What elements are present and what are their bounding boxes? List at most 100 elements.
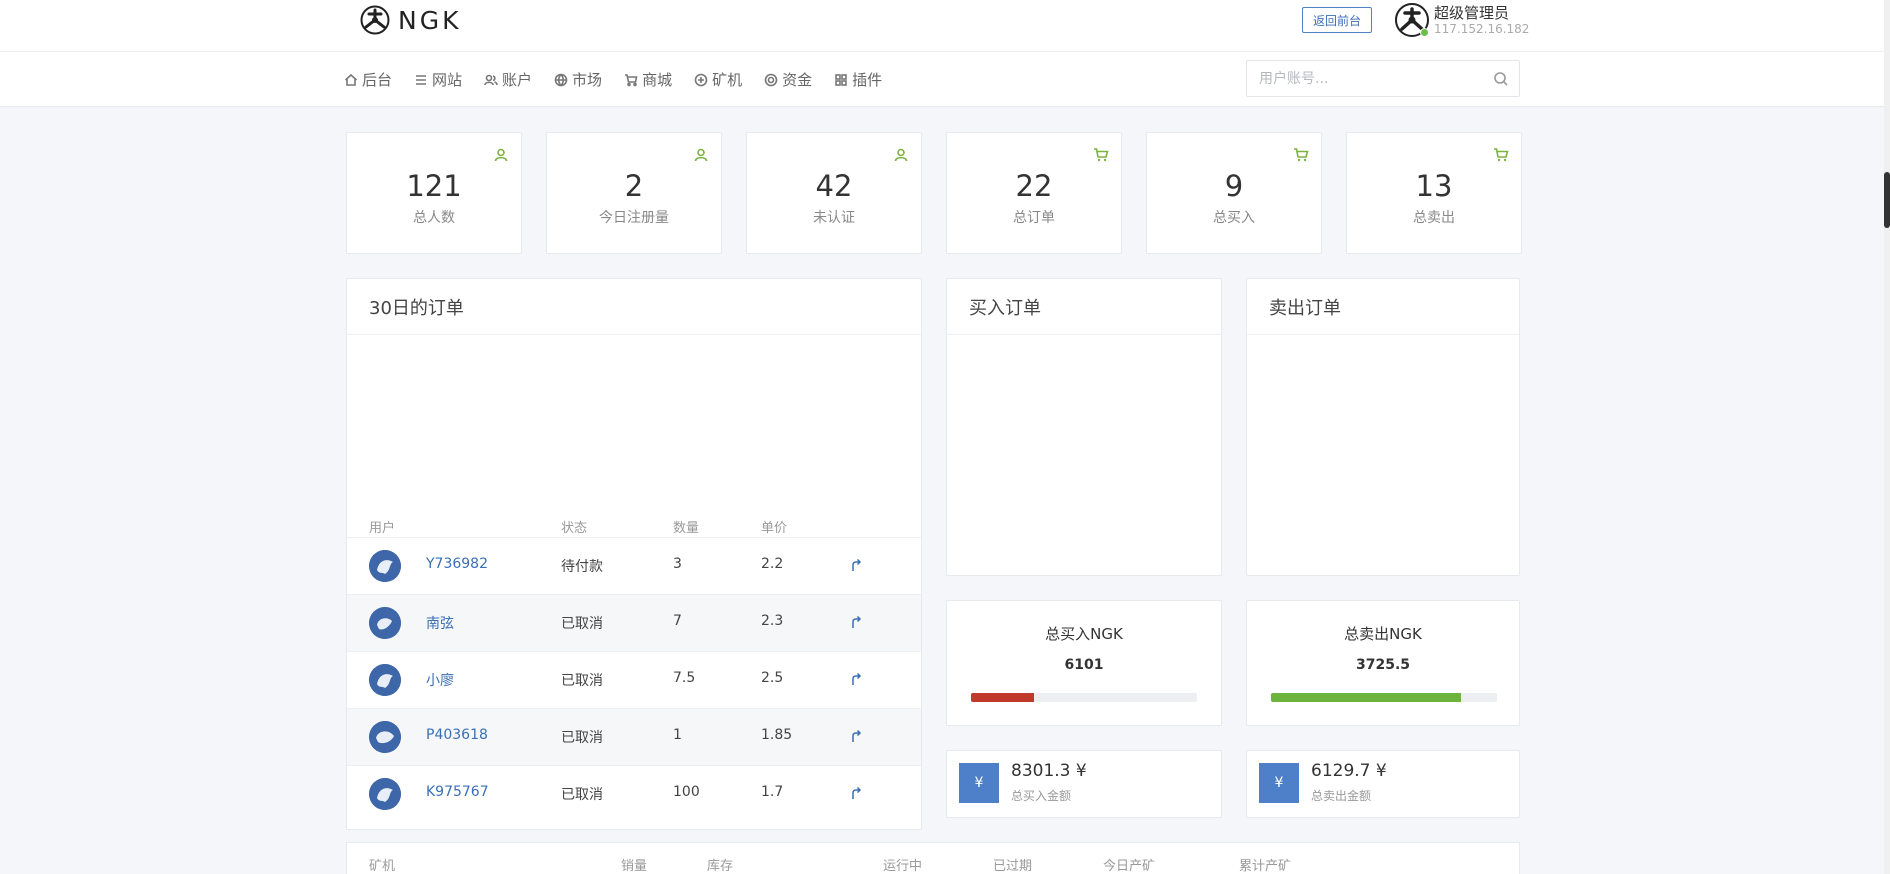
nav-item-mall[interactable]: 商城 — [624, 69, 672, 90]
top-bar: NGK 返回前台 超级管理员 117.152.16.182 — [0, 0, 1890, 52]
list-icon — [416, 74, 427, 85]
online-status-dot — [1420, 28, 1429, 37]
avatar[interactable] — [369, 778, 401, 810]
column-header-running: 运行中 — [883, 859, 923, 874]
total-title: 总卖出NGK — [1344, 625, 1422, 643]
stat-value: 13 — [1415, 169, 1453, 203]
column-header-user: 用户 — [369, 521, 396, 536]
logo[interactable]: NGK — [360, 2, 461, 38]
order-user-link[interactable]: P403618 — [426, 727, 488, 743]
avatar[interactable] — [369, 664, 401, 696]
total-title: 总买入NGK — [1045, 625, 1123, 643]
return-front-button[interactable]: 返回前台 — [1302, 7, 1372, 33]
order-qty: 100 — [673, 784, 700, 800]
fund-icon — [764, 73, 778, 86]
total-sell-progress — [1271, 693, 1497, 702]
order-status: 已取消 — [561, 673, 603, 689]
share-arrow-icon[interactable] — [849, 786, 863, 800]
money-label: 总卖出金额 — [1311, 789, 1372, 803]
nav-item-website[interactable]: 网站 — [414, 69, 462, 90]
ngk-logo-icon — [360, 5, 390, 35]
nav-item-market[interactable]: 市场 — [554, 69, 602, 90]
total-buy-ngk-card: 总买入NGK 6101 — [946, 600, 1222, 726]
total-value: 6101 — [1064, 657, 1104, 673]
order-user-link[interactable]: 南弦 — [426, 613, 454, 633]
miner-table-panel: 矿机 销量 库存 运行中 已过期 今日产矿 累计产矿 — [346, 842, 1520, 874]
stat-card-unverified[interactable]: 42 未认证 — [746, 132, 922, 254]
progress-fill — [1271, 693, 1461, 702]
scrollbar-track[interactable] — [1884, 0, 1890, 874]
yuan-icon: ¥ — [959, 763, 999, 803]
cart-icon — [625, 73, 638, 86]
money-value: 6129.7 ¥ — [1311, 761, 1387, 781]
nav-item-miner[interactable]: 矿机 — [694, 69, 742, 90]
stat-card-today-registrations[interactable]: 2 今日注册量 — [546, 132, 722, 254]
stat-label: 今日注册量 — [599, 210, 669, 226]
stat-card-total-users[interactable]: 121 总人数 — [346, 132, 522, 254]
stat-value: 2 — [624, 169, 644, 203]
column-header-qty: 数量 — [673, 521, 700, 536]
main-nav: 后台 网站 账户 市场 商城 矿机 资金 插件 — [0, 52, 1890, 107]
stat-card-total-buy[interactable]: 9 总买入 — [1146, 132, 1322, 254]
stat-card-total-sell[interactable]: 13 总卖出 — [1346, 132, 1522, 254]
nav-item-plugins[interactable]: 插件 — [834, 69, 882, 90]
cart-icon — [1094, 148, 1109, 162]
stat-label: 总买入 — [1213, 210, 1255, 226]
column-header-total-output: 累计产矿 — [1239, 859, 1292, 874]
panel-title: 30日的订单 — [347, 279, 921, 335]
nav-item-dashboard[interactable]: 后台 — [344, 69, 392, 90]
cart-icon — [1494, 148, 1509, 162]
column-header-expired: 已过期 — [993, 859, 1033, 874]
order-status: 待付款 — [561, 559, 603, 575]
panel-title: 买入订单 — [947, 279, 1221, 335]
user-search-input[interactable] — [1247, 61, 1467, 96]
avatar[interactable] — [369, 550, 401, 582]
yuan-icon: ¥ — [1259, 763, 1299, 803]
orders-table-header: 用户 状态 数量 单价 — [347, 511, 921, 537]
nav-item-account[interactable]: 账户 — [484, 69, 532, 90]
order-qty: 7 — [673, 613, 682, 629]
table-row: Y736982 待付款 3 2.2 — [347, 537, 921, 594]
nav-label: 后台 — [362, 71, 393, 89]
nav-label: 账户 — [502, 71, 533, 89]
total-sell-ngk-card: 总卖出NGK 3725.5 — [1246, 600, 1520, 726]
column-header-sales: 销量 — [621, 859, 648, 874]
stat-value: 42 — [815, 169, 853, 203]
cart-icon — [1294, 148, 1309, 162]
admin-name[interactable]: 超级管理员 — [1434, 2, 1509, 23]
column-header-miner: 矿机 — [369, 859, 396, 874]
order-user-link[interactable]: K975767 — [426, 784, 489, 800]
stat-card-total-orders[interactable]: 22 总订单 — [946, 132, 1122, 254]
search-icon[interactable] — [1493, 71, 1509, 87]
total-buy-amount-card: ¥ 8301.3 ¥ 总买入金额 — [946, 750, 1222, 818]
order-qty: 7.5 — [673, 670, 696, 686]
column-header-status: 状态 — [561, 521, 588, 536]
progress-fill — [971, 693, 1035, 702]
order-qty: 3 — [673, 556, 682, 572]
nav-label: 网站 — [432, 71, 463, 89]
avatar[interactable] — [369, 721, 401, 753]
mining-icon — [694, 73, 708, 86]
total-value: 3725.5 — [1355, 657, 1411, 673]
share-arrow-icon[interactable] — [849, 558, 863, 572]
nav-label: 市场 — [572, 71, 603, 89]
order-price: 2.5 — [761, 670, 784, 686]
share-arrow-icon[interactable] — [849, 672, 863, 686]
table-row: 小廖 已取消 7.5 2.5 — [347, 651, 921, 708]
order-status: 已取消 — [561, 730, 603, 746]
nav-item-funds[interactable]: 资金 — [764, 69, 812, 90]
order-user-link[interactable]: 小廖 — [426, 670, 454, 690]
stat-label: 总人数 — [413, 210, 455, 226]
nav-label: 商城 — [642, 71, 673, 89]
scrollbar-thumb[interactable] — [1884, 172, 1890, 228]
order-user-link[interactable]: Y736982 — [426, 556, 488, 572]
stat-label: 总订单 — [1013, 210, 1055, 226]
order-status: 已取消 — [561, 787, 603, 803]
share-arrow-icon[interactable] — [849, 729, 863, 743]
share-arrow-icon[interactable] — [849, 615, 863, 629]
avatar[interactable] — [369, 607, 401, 639]
column-header-today-output: 今日产矿 — [1103, 859, 1156, 874]
stat-value: 22 — [1015, 169, 1053, 203]
money-value: 8301.3 ¥ — [1011, 761, 1087, 781]
stat-label: 总卖出 — [1413, 210, 1455, 226]
